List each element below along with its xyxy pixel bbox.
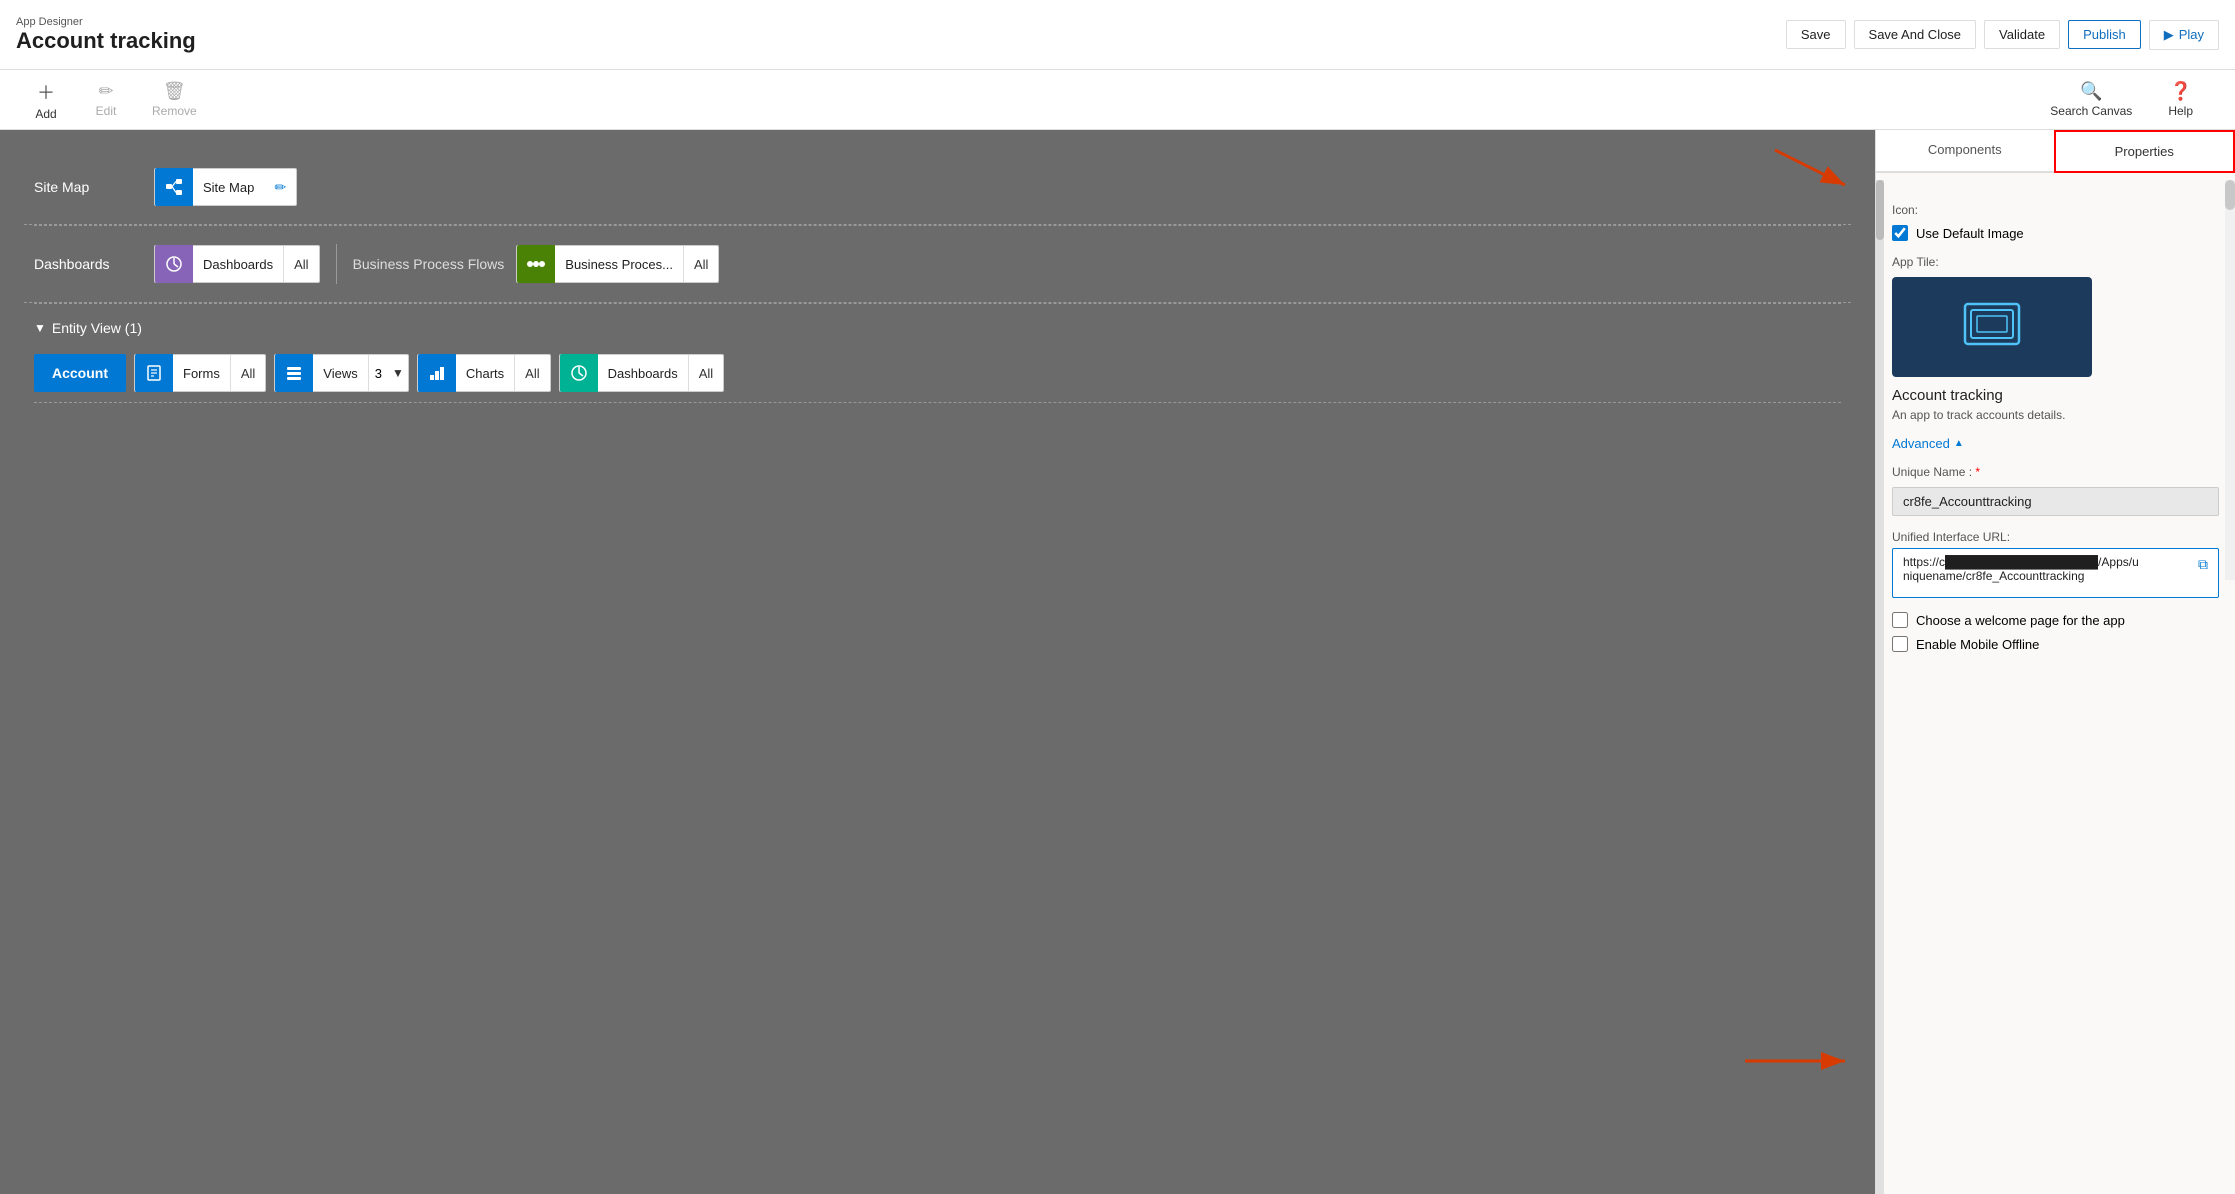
add-button[interactable]: ＋ Add [16,73,76,127]
bp-component[interactable]: Business Proces... All [516,245,719,283]
url-display: https://c██████████████████/Apps/uniquen… [1892,548,2219,598]
entity-row: Account Forms All Views 3 ▼ [24,344,1851,402]
mobile-offline-checkbox[interactable] [1892,636,1908,652]
charts-component[interactable]: Charts All [417,354,551,392]
app-desc-display: An app to track accounts details. [1892,408,2219,422]
app-title-area: App Designer Account tracking [16,16,196,54]
use-default-image-checkbox[interactable] [1892,225,1908,241]
forms-all[interactable]: All [230,355,265,391]
welcome-page-label: Choose a welcome page for the app [1916,613,2125,628]
components-tab[interactable]: Components [1876,130,2054,171]
validate-button[interactable]: Validate [1984,20,2060,49]
url-copy-button[interactable]: ⧉ [2191,552,2215,576]
forms-comp-label: Forms [173,366,230,381]
bp-comp-label: Business Proces... [555,257,683,272]
views-component[interactable]: Views 3 ▼ [274,354,409,392]
sitemap-label: Site Map [34,179,154,195]
entity-dashboards-all[interactable]: All [688,355,723,391]
save-button[interactable]: Save [1786,20,1846,49]
app-designer-label: App Designer [16,16,196,28]
account-button[interactable]: Account [34,354,126,392]
remove-button[interactable]: 🗑 Remove [136,75,213,124]
views-icon [275,354,313,392]
bp-icon [517,245,555,283]
save-and-close-button[interactable]: Save And Close [1854,20,1977,49]
top-bar-actions: Save Save And Close Validate Publish ▶ P… [1786,20,2219,50]
use-default-image-row: Use Default Image [1892,225,2219,241]
entity-dashboards-component[interactable]: Dashboards All [559,354,725,392]
dashboards-row: Dashboards Dashboards All Business Proce… [24,226,1851,303]
entity-chevron-icon: ▼ [34,321,46,335]
icon-label: Icon: [1892,203,2219,217]
panel-tabs: Components Properties [1876,130,2235,173]
required-star: * [1975,465,1980,479]
sitemap-items: Site Map ✏ [154,168,297,206]
advanced-chevron-icon: ▲ [1954,438,1964,449]
entity-dashboards-icon [560,354,598,392]
help-button[interactable]: ❓ Help [2158,75,2203,124]
sitemap-icon [155,168,193,206]
dashboards-items: Dashboards All Business Process Flows Bu… [154,244,719,284]
sitemap-component[interactable]: Site Map ✏ [154,168,297,206]
charts-icon [418,354,456,392]
entity-view-header[interactable]: ▼ Entity View (1) [24,304,1851,344]
help-icon: ❓ [2169,81,2191,102]
dashboards-all[interactable]: All [283,246,318,282]
separator [336,244,337,284]
publish-button[interactable]: Publish [2068,20,2141,49]
dashboards-label: Dashboards [34,256,154,272]
app-tile-image [1892,277,2092,377]
dashboards-component[interactable]: Dashboards All [154,245,320,283]
properties-tab[interactable]: Properties [2054,130,2235,173]
forms-component[interactable]: Forms All [134,354,266,392]
sitemap-row: Site Map Site Map ✏ [24,150,1851,225]
unique-name-input[interactable] [1892,487,2219,516]
welcome-page-row: Choose a welcome page for the app [1892,612,2219,628]
charts-comp-label: Charts [456,366,514,381]
properties-panel: Components Properties Icon: Use Default … [1875,130,2235,1194]
sitemap-edit-btn[interactable]: ✏ [264,171,296,203]
sitemap-comp-label: Site Map [193,180,264,195]
main-content: Site Map Site Map ✏ Dashboards [0,130,2235,1194]
url-label: Unified Interface URL: [1892,530,2219,544]
views-comp-label: Views [313,366,367,381]
app-tile-label: App Tile: [1892,255,2219,269]
forms-icon [135,354,173,392]
views-count: 3 [368,355,388,391]
bp-all[interactable]: All [683,246,718,282]
mobile-offline-row: Enable Mobile Offline [1892,636,2219,652]
canvas: Site Map Site Map ✏ Dashboards [0,130,1875,1194]
app-title: Account tracking [16,28,196,54]
use-default-image-label: Use Default Image [1916,226,2024,241]
bpf-label: Business Process Flows [353,256,505,272]
mobile-offline-label: Enable Mobile Offline [1916,637,2039,652]
entity-dashboards-label: Dashboards [598,366,688,381]
welcome-page-checkbox[interactable] [1892,612,1908,628]
top-bar: App Designer Account tracking Save Save … [0,0,2235,70]
dashboards-comp-label: Dashboards [193,257,283,272]
unique-name-label: Unique Name : * [1892,465,2219,479]
search-icon: 🔍 [2080,81,2102,102]
charts-all[interactable]: All [514,355,549,391]
app-name-display: Account tracking [1892,387,2219,404]
edit-button[interactable]: ✏ Edit [76,75,136,124]
remove-icon: 🗑 [163,81,186,102]
dashboards-icon [155,245,193,283]
play-button[interactable]: ▶ Play [2149,20,2219,50]
add-icon: ＋ [37,79,55,105]
advanced-toggle[interactable]: Advanced ▲ [1892,436,2219,451]
toolbar-right: 🔍 Search Canvas ❓ Help [2040,75,2203,124]
search-canvas-button[interactable]: 🔍 Search Canvas [2040,75,2142,124]
views-arrow-icon[interactable]: ▼ [388,366,408,380]
edit-icon: ✏ [98,81,113,102]
url-field-container: https://c██████████████████/Apps/uniquen… [1892,548,2219,598]
entity-view-label: Entity View (1) [52,320,142,336]
toolbar: ＋ Add ✏ Edit 🗑 Remove 🔍 Search Canvas ❓ … [0,70,2235,130]
panel-content: Icon: Use Default Image App Tile: Accoun… [1876,173,2235,1194]
